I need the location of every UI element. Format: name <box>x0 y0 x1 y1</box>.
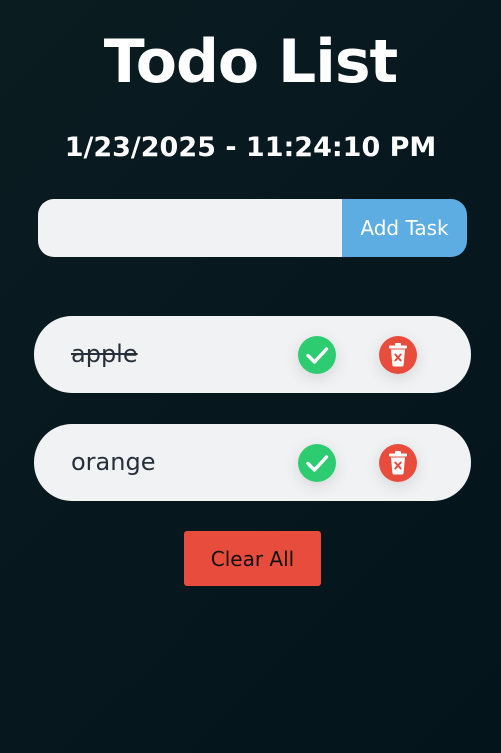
current-datetime: 1/23/2025 - 11:24:10 PM <box>64 132 437 163</box>
task-text: orange <box>71 448 156 476</box>
delete-button[interactable] <box>379 444 417 482</box>
add-task-form: Add Task <box>38 199 467 257</box>
check-circle-icon <box>298 444 336 482</box>
clear-all-button[interactable]: Clear All <box>184 531 321 586</box>
delete-button[interactable] <box>379 336 417 374</box>
task-item: apple <box>34 316 471 393</box>
complete-button[interactable] <box>298 444 336 482</box>
trash-icon <box>379 336 417 374</box>
page-title: Todo List <box>103 27 398 97</box>
complete-button[interactable] <box>298 336 336 374</box>
check-circle-icon <box>298 336 336 374</box>
task-item: orange <box>34 424 471 501</box>
trash-icon <box>379 444 417 482</box>
task-input[interactable] <box>38 199 342 257</box>
add-task-button[interactable]: Add Task <box>342 199 467 257</box>
task-text: apple <box>71 340 138 368</box>
todo-app: Todo List 1/23/2025 - 11:24:10 PM Add Ta… <box>0 0 501 753</box>
